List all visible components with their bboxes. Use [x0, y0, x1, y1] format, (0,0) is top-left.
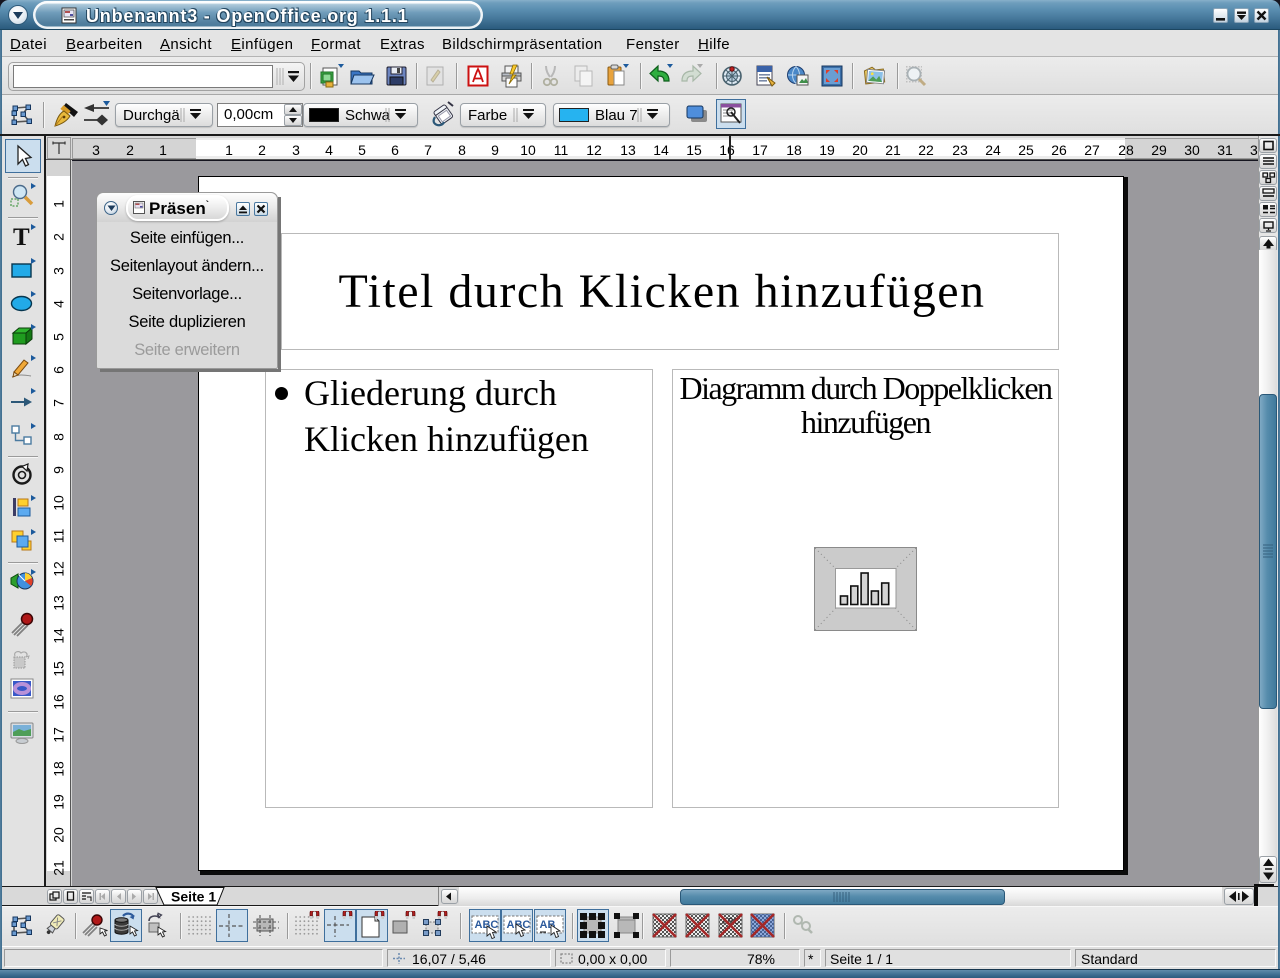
svg-text:T: T — [13, 224, 30, 251]
svg-text:ABC: ABC — [475, 919, 499, 931]
svg-text:Seite 1: Seite 1 — [171, 889, 216, 905]
